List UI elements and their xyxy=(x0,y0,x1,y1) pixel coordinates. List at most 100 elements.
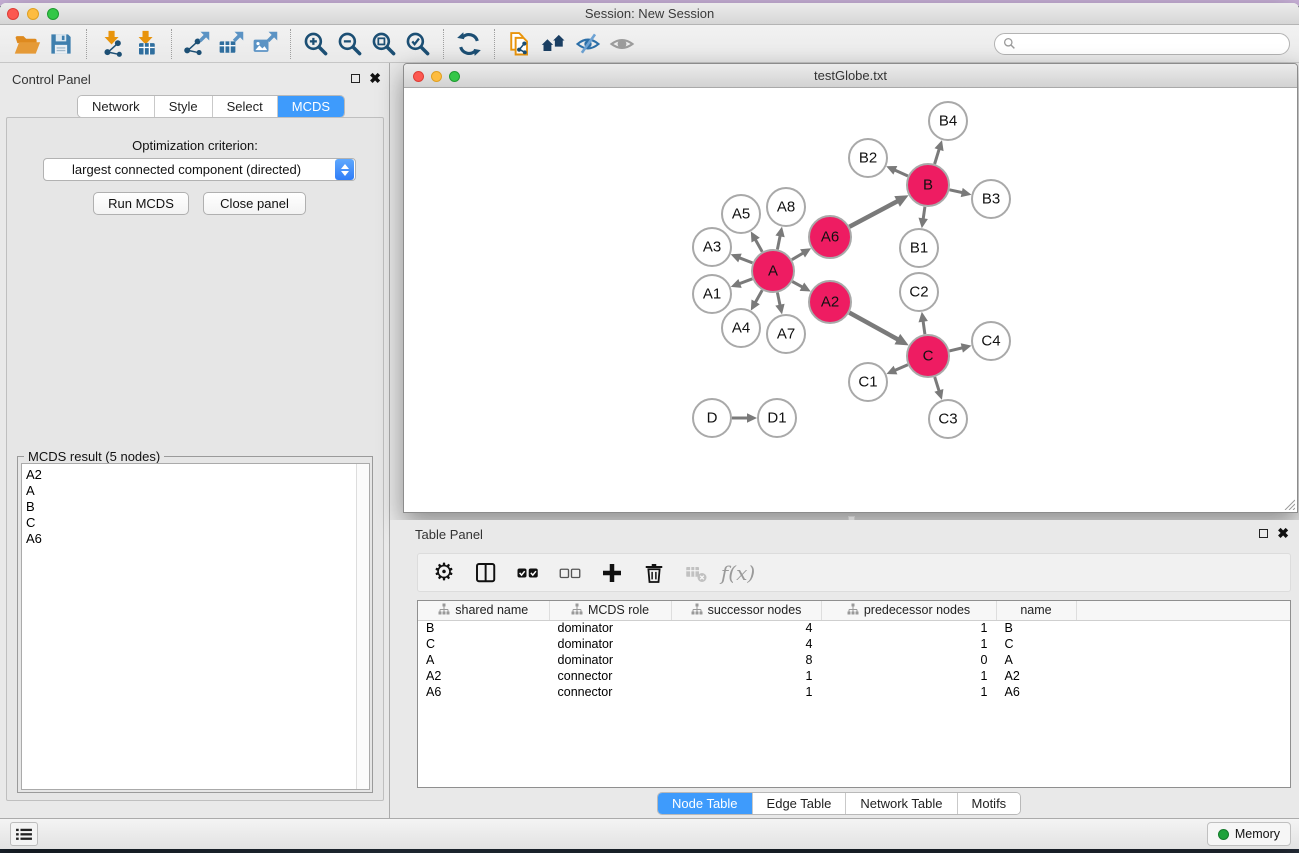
graph-edge-C-C2[interactable] xyxy=(919,312,928,334)
close-panel-button[interactable]: Close panel xyxy=(203,192,306,215)
table-cell[interactable]: C xyxy=(418,636,549,652)
table-options-gear-icon[interactable]: ⚙ xyxy=(430,559,458,587)
graph-node-D1[interactable]: D1 xyxy=(758,399,796,437)
result-list-item[interactable]: A2 xyxy=(26,467,369,483)
graph-node-B2[interactable]: B2 xyxy=(849,139,887,177)
table-cell[interactable]: A6 xyxy=(996,684,1076,700)
task-history-button[interactable] xyxy=(10,822,38,846)
show-columns-icon[interactable] xyxy=(472,559,500,587)
graph-edge-B-B3[interactable] xyxy=(950,188,972,197)
table-cell[interactable]: A6 xyxy=(418,684,549,700)
column-header-MCDS-role[interactable]: MCDS role xyxy=(549,601,671,620)
table-cell[interactable]: B xyxy=(418,620,549,636)
graph-node-C4[interactable]: C4 xyxy=(972,322,1010,360)
column-header-shared-name[interactable]: shared name xyxy=(418,601,549,620)
tab-edge-table[interactable]: Edge Table xyxy=(753,793,847,814)
graph-edge-A-A7[interactable] xyxy=(775,293,784,315)
zoom-out-icon[interactable] xyxy=(333,29,367,59)
home-icon[interactable] xyxy=(537,29,571,59)
graph-edge-C-C1[interactable] xyxy=(886,365,907,375)
table-cell[interactable]: connector xyxy=(549,684,671,700)
export-network-icon[interactable] xyxy=(180,29,214,59)
graph-edge-A2-C[interactable] xyxy=(849,313,908,346)
create-column-icon[interactable] xyxy=(598,559,626,587)
result-list-scrollbar[interactable] xyxy=(356,464,369,789)
graph-node-B[interactable]: B xyxy=(907,164,949,206)
table-cell[interactable]: B xyxy=(996,620,1076,636)
graph-edge-B-B2[interactable] xyxy=(886,166,908,176)
table-cell[interactable]: dominator xyxy=(549,652,671,668)
result-list-item[interactable]: A xyxy=(26,483,369,499)
tab-node-table[interactable]: Node Table xyxy=(658,793,753,814)
column-header-name[interactable]: name xyxy=(996,601,1076,620)
close-table-panel-icon[interactable]: ✖ xyxy=(1277,528,1289,538)
hide-graphics-details-icon[interactable] xyxy=(605,29,639,59)
table-cell[interactable]: dominator xyxy=(549,636,671,652)
delete-columns-icon[interactable] xyxy=(640,559,668,587)
graph-node-A7[interactable]: A7 xyxy=(767,315,805,353)
graph-edge-B-B1[interactable] xyxy=(919,207,928,228)
tab-motifs[interactable]: Motifs xyxy=(958,793,1021,814)
table-row[interactable]: A2connector11A2 xyxy=(418,668,1290,684)
resize-grip-icon[interactable] xyxy=(1282,497,1295,510)
graph-node-A1[interactable]: A1 xyxy=(693,275,731,313)
table-cell[interactable]: 4 xyxy=(671,636,821,652)
import-table-icon[interactable] xyxy=(129,29,163,59)
table-cell[interactable]: dominator xyxy=(549,620,671,636)
show-graphics-details-icon[interactable] xyxy=(571,29,605,59)
tab-style[interactable]: Style xyxy=(155,96,213,117)
graph-edge-A-A1[interactable] xyxy=(731,279,753,288)
result-list-item[interactable]: A6 xyxy=(26,531,369,547)
graph-edge-C-C3[interactable] xyxy=(934,377,943,400)
table-cell[interactable]: A xyxy=(996,652,1076,668)
table-cell[interactable]: 1 xyxy=(821,620,996,636)
graph-node-B4[interactable]: B4 xyxy=(929,102,967,140)
graph-node-A8[interactable]: A8 xyxy=(767,188,805,226)
table-row[interactable]: Bdominator41B xyxy=(418,620,1290,636)
table-cell[interactable]: 1 xyxy=(821,668,996,684)
table-cell[interactable]: connector xyxy=(549,668,671,684)
tab-mcds[interactable]: MCDS xyxy=(278,96,344,117)
table-cell[interactable]: A2 xyxy=(996,668,1076,684)
graph-node-C1[interactable]: C1 xyxy=(849,363,887,401)
table-cell[interactable]: 1 xyxy=(821,636,996,652)
refresh-icon[interactable] xyxy=(452,29,486,59)
float-panel-icon[interactable] xyxy=(351,74,360,83)
graph-node-B1[interactable]: B1 xyxy=(900,229,938,267)
graph-node-A5[interactable]: A5 xyxy=(722,195,760,233)
run-mcds-button[interactable]: Run MCDS xyxy=(93,192,189,215)
optimization-criterion-dropdown[interactable]: largest connected component (directed) xyxy=(43,158,356,181)
result-list-item[interactable]: C xyxy=(26,515,369,531)
graph-node-A2[interactable]: A2 xyxy=(809,281,851,323)
open-session-icon[interactable] xyxy=(10,29,44,59)
table-row[interactable]: Adominator80A xyxy=(418,652,1290,668)
graph-edge-A-A3[interactable] xyxy=(731,254,753,263)
table-cell[interactable]: 1 xyxy=(671,668,821,684)
tab-network-table[interactable]: Network Table xyxy=(846,793,957,814)
graph-edge-A-A6[interactable] xyxy=(792,248,811,259)
graph-edge-A-A2[interactable] xyxy=(792,282,810,292)
import-network-icon[interactable] xyxy=(95,29,129,59)
graph-edge-B-B4[interactable] xyxy=(935,140,944,164)
graph-edge-A-A4[interactable] xyxy=(751,290,762,310)
table-cell[interactable]: A2 xyxy=(418,668,549,684)
export-image-icon[interactable] xyxy=(248,29,282,59)
zoom-fit-icon[interactable] xyxy=(367,29,401,59)
close-panel-icon[interactable]: ✖ xyxy=(369,73,381,83)
graph-node-A[interactable]: A xyxy=(752,250,794,292)
save-session-icon[interactable] xyxy=(44,29,78,59)
column-header-predecessor-nodes[interactable]: predecessor nodes xyxy=(821,601,996,620)
deselect-all-columns-icon[interactable] xyxy=(556,559,584,587)
table-cell[interactable]: C xyxy=(996,636,1076,652)
table-cell[interactable]: 1 xyxy=(671,684,821,700)
result-list-item[interactable]: B xyxy=(26,499,369,515)
tab-network[interactable]: Network xyxy=(78,96,155,117)
graph-edge-C-C4[interactable] xyxy=(949,343,971,352)
memory-button[interactable]: Memory xyxy=(1207,822,1291,846)
graph-node-C[interactable]: C xyxy=(907,335,949,377)
zoom-in-icon[interactable] xyxy=(299,29,333,59)
table-row[interactable]: Cdominator41C xyxy=(418,636,1290,652)
graph-node-A4[interactable]: A4 xyxy=(722,309,760,347)
table-cell[interactable]: 0 xyxy=(821,652,996,668)
graph-edge-A-A5[interactable] xyxy=(751,231,762,251)
